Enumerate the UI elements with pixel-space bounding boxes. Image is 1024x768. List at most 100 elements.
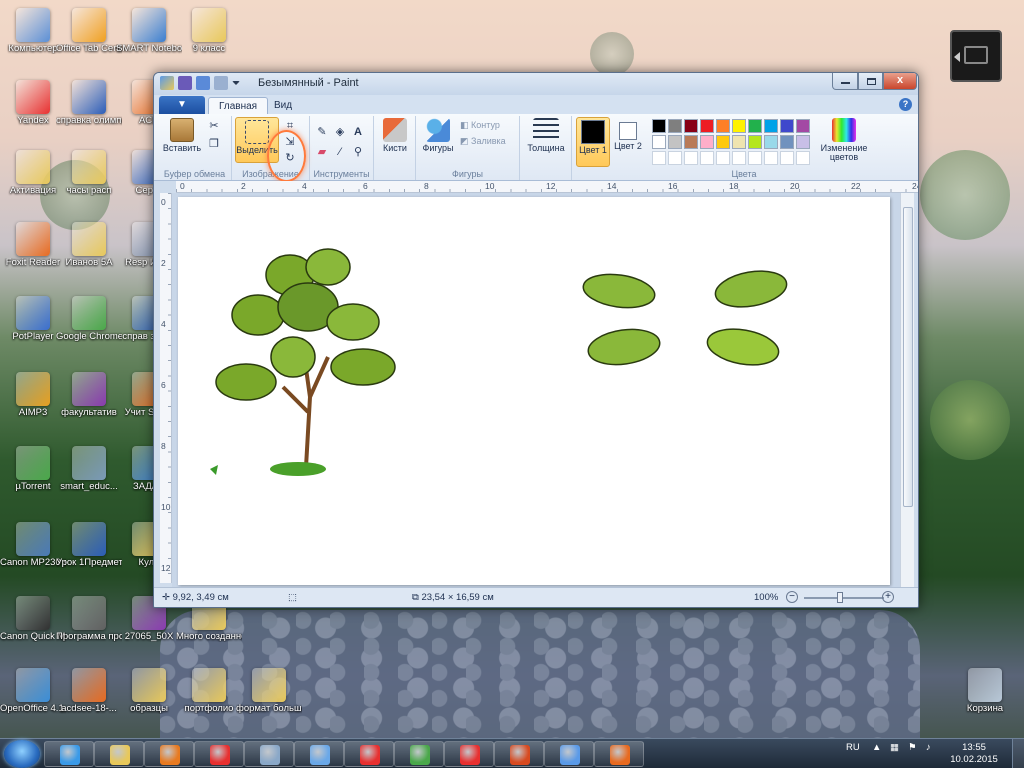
palette-color[interactable] bbox=[668, 119, 682, 133]
zoom-slider-thumb[interactable] bbox=[837, 592, 843, 603]
save-icon[interactable] bbox=[178, 76, 192, 90]
paint-app-icon[interactable] bbox=[160, 76, 174, 90]
desktop-icon[interactable]: Корзина bbox=[952, 668, 1018, 714]
clock[interactable]: 13:55 10.02.2015 bbox=[944, 742, 1004, 766]
palette-color[interactable] bbox=[780, 119, 794, 133]
desktop-icon[interactable]: SMART Notebook 11 bbox=[116, 8, 182, 54]
edit-colors-button[interactable]: Изменение цветов bbox=[816, 118, 872, 162]
palette-color[interactable] bbox=[732, 119, 746, 133]
zoom-out-button[interactable]: − bbox=[786, 591, 798, 603]
palette-custom-slot[interactable] bbox=[700, 151, 714, 165]
palette-color[interactable] bbox=[780, 135, 794, 149]
desktop-icon[interactable]: образцы bbox=[116, 668, 182, 714]
pencil-icon[interactable]: ✎ bbox=[314, 124, 330, 140]
color2-button[interactable]: Цвет 2 bbox=[612, 119, 644, 151]
palette-custom-slot[interactable] bbox=[652, 151, 666, 165]
desktop-icon[interactable]: Google Chrome bbox=[56, 296, 122, 342]
desktop-icon[interactable]: факультатив bbox=[56, 372, 122, 418]
copy-icon[interactable]: ❐ bbox=[206, 136, 222, 152]
start-button[interactable] bbox=[4, 740, 40, 768]
tray-expand-icon[interactable]: ▲ bbox=[872, 742, 881, 753]
close-button[interactable]: x bbox=[883, 73, 917, 90]
desktop-icon[interactable]: Office Tab Center bbox=[56, 8, 122, 54]
color1-button[interactable]: Цвет 1 bbox=[576, 117, 610, 167]
palette-custom-slot[interactable] bbox=[764, 151, 778, 165]
paste-button[interactable]: Вставить bbox=[162, 118, 202, 153]
desktop-icon[interactable]: Программа просмотр... bbox=[56, 596, 122, 642]
palette-custom-slot[interactable] bbox=[716, 151, 730, 165]
zoom-slider-track[interactable] bbox=[804, 597, 884, 599]
taskbar-yandex-2-button[interactable] bbox=[444, 741, 494, 767]
file-menu-button[interactable]: ▼ bbox=[159, 96, 205, 114]
fill-button[interactable]: ◩ Заливка bbox=[460, 136, 506, 147]
network-icon[interactable]: ▦ bbox=[890, 742, 899, 753]
brushes-button[interactable]: Кисти bbox=[378, 118, 412, 153]
eraser-icon[interactable]: ▰ bbox=[314, 144, 330, 160]
title-bar[interactable]: Безымянный - Paint x bbox=[154, 73, 918, 95]
color-picker-icon[interactable]: ⁄ bbox=[332, 144, 348, 160]
desktop-icon[interactable]: Урок 1Предмет bbox=[56, 522, 122, 568]
qat-dropdown-icon[interactable] bbox=[232, 81, 240, 85]
help-icon[interactable]: ? bbox=[899, 98, 912, 111]
cut-icon[interactable]: ✂ bbox=[206, 118, 222, 134]
undo-icon[interactable] bbox=[196, 76, 210, 90]
palette-color[interactable] bbox=[652, 135, 666, 149]
taskbar-powerpoint-button[interactable] bbox=[494, 741, 544, 767]
palette-color[interactable] bbox=[700, 135, 714, 149]
palette-color[interactable] bbox=[748, 135, 762, 149]
taskbar-yandex-button[interactable] bbox=[194, 741, 244, 767]
tab-home[interactable]: Главная bbox=[208, 97, 269, 115]
desktop-gadget[interactable] bbox=[950, 30, 1002, 82]
taskbar-pdf-button[interactable] bbox=[594, 741, 644, 767]
palette-color[interactable] bbox=[748, 119, 762, 133]
language-indicator[interactable]: RU bbox=[846, 742, 860, 753]
show-desktop-button[interactable] bbox=[1012, 739, 1024, 768]
taskbar-media-player-button[interactable] bbox=[144, 741, 194, 767]
size-button[interactable]: Толщина bbox=[524, 118, 568, 153]
tab-view[interactable]: Вид bbox=[264, 97, 302, 115]
desktop-icon[interactable]: справка олимпиада bbox=[56, 80, 122, 126]
desktop-icon[interactable]: портфолио bbox=[176, 668, 242, 714]
palette-custom-slot[interactable] bbox=[668, 151, 682, 165]
desktop-icon[interactable]: 9 класс bbox=[176, 8, 242, 54]
palette-color[interactable] bbox=[716, 119, 730, 133]
palette-color[interactable] bbox=[732, 135, 746, 149]
palette-color[interactable] bbox=[684, 119, 698, 133]
volume-icon[interactable]: ♪ bbox=[926, 742, 931, 753]
vertical-scrollbar[interactable] bbox=[900, 193, 914, 587]
taskbar-explorer-button[interactable] bbox=[94, 741, 144, 767]
zoom-in-button[interactable]: + bbox=[882, 591, 894, 603]
palette-color[interactable] bbox=[716, 135, 730, 149]
maximize-button[interactable] bbox=[858, 73, 883, 90]
palette-custom-slot[interactable] bbox=[732, 151, 746, 165]
palette-custom-slot[interactable] bbox=[796, 151, 810, 165]
taskbar-sound-button[interactable] bbox=[294, 741, 344, 767]
scrollbar-thumb[interactable] bbox=[903, 207, 913, 507]
palette-color[interactable] bbox=[668, 135, 682, 149]
palette-color[interactable] bbox=[764, 119, 778, 133]
minimize-button[interactable] bbox=[832, 73, 858, 90]
palette-color[interactable] bbox=[684, 135, 698, 149]
palette-color[interactable] bbox=[700, 119, 714, 133]
taskbar-paint-button[interactable] bbox=[544, 741, 594, 767]
shapes-button[interactable]: Фигуры bbox=[420, 118, 456, 153]
text-tool-icon[interactable]: A bbox=[350, 124, 366, 140]
palette-custom-slot[interactable] bbox=[748, 151, 762, 165]
fill-bucket-icon[interactable]: ◈ bbox=[332, 124, 348, 140]
taskbar-internet-explorer-button[interactable] bbox=[44, 741, 94, 767]
drawing-canvas[interactable] bbox=[178, 197, 890, 585]
action-center-icon[interactable]: ⚑ bbox=[908, 742, 917, 753]
taskbar-yandex-browser-button[interactable] bbox=[344, 741, 394, 767]
outline-button[interactable]: ◧ Контур bbox=[460, 120, 500, 131]
palette-custom-slot[interactable] bbox=[684, 151, 698, 165]
desktop-icon[interactable]: формат больше bbox=[236, 668, 302, 714]
redo-icon[interactable] bbox=[214, 76, 228, 90]
desktop-icon[interactable]: smart_educ... bbox=[56, 446, 122, 492]
palette-custom-slot[interactable] bbox=[780, 151, 794, 165]
palette-color[interactable] bbox=[796, 119, 810, 133]
palette-color[interactable] bbox=[764, 135, 778, 149]
desktop-icon[interactable]: часы расп bbox=[56, 150, 122, 196]
taskbar-calculator-button[interactable] bbox=[244, 741, 294, 767]
taskbar-utorrent-button[interactable] bbox=[394, 741, 444, 767]
magnifier-icon[interactable]: ⚲ bbox=[350, 144, 366, 160]
